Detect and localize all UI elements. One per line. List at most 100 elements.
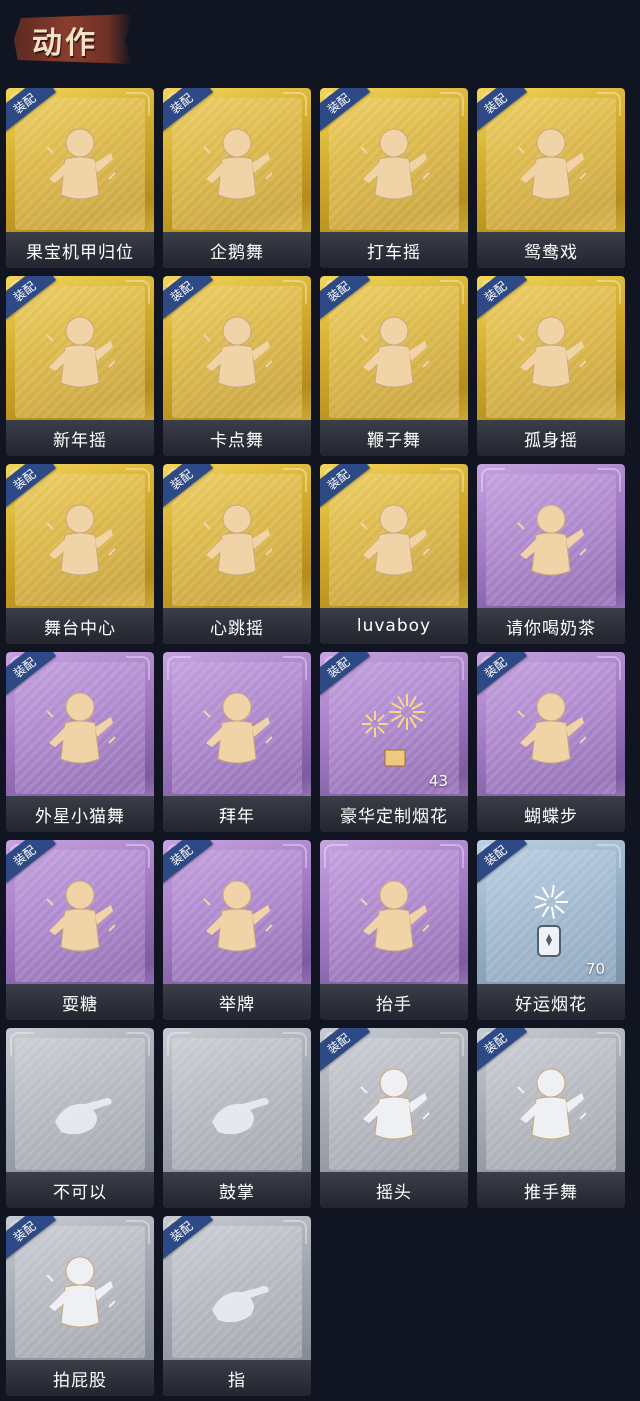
card-label-bar: 抬手 bbox=[320, 984, 468, 1020]
card-label-bar: 企鹅舞 bbox=[163, 232, 311, 268]
card-label-bar: 请你喝奶茶 bbox=[477, 608, 625, 644]
character-dance-icon bbox=[320, 488, 468, 598]
character-dance-icon bbox=[6, 488, 154, 598]
card-label-bar: 果宝机甲归位 bbox=[6, 232, 154, 268]
card-label: 耍糖 bbox=[62, 994, 98, 1015]
card-label-bar: 豪华定制烟花 bbox=[320, 796, 468, 832]
fireworks-icon bbox=[320, 676, 468, 786]
emote-card[interactable]: 装配 耍糖 bbox=[6, 840, 154, 1020]
emote-card[interactable]: 请你喝奶茶 bbox=[477, 464, 625, 644]
card-label: 心跳摇 bbox=[210, 618, 264, 639]
firework-can-icon bbox=[477, 864, 625, 974]
card-label-bar: 推手舞 bbox=[477, 1172, 625, 1208]
card-label-bar: 打车摇 bbox=[320, 232, 468, 268]
pointing-hand-icon bbox=[163, 1240, 311, 1350]
character-shake-icon bbox=[320, 1052, 468, 1162]
card-label-bar: 蝴蝶步 bbox=[477, 796, 625, 832]
card-label: 孤身摇 bbox=[524, 430, 578, 451]
card-label: 指 bbox=[228, 1370, 246, 1391]
card-label-bar: 举牌 bbox=[163, 984, 311, 1020]
card-label: 好运烟花 bbox=[515, 994, 587, 1015]
emote-card[interactable]: 装配 卡点舞 bbox=[163, 276, 311, 456]
card-label: 卡点舞 bbox=[210, 430, 264, 451]
card-label: 拍屁股 bbox=[53, 1370, 107, 1391]
card-label: 打车摇 bbox=[367, 242, 421, 263]
character-dance-icon bbox=[163, 300, 311, 410]
card-label: 企鹅舞 bbox=[210, 242, 264, 263]
emote-card[interactable]: 装配 果宝机甲归位 bbox=[6, 88, 154, 268]
card-label-bar: 新年摇 bbox=[6, 420, 154, 456]
emote-card[interactable]: 装配 心跳摇 bbox=[163, 464, 311, 644]
emote-card[interactable]: 装配 蝴蝶步 bbox=[477, 652, 625, 832]
emote-card[interactable]: 70 装配 好运烟花 bbox=[477, 840, 625, 1020]
character-dance-icon bbox=[477, 300, 625, 410]
card-label: 举牌 bbox=[219, 994, 255, 1015]
card-label-bar: 指 bbox=[163, 1360, 311, 1396]
card-label: 外星小猫舞 bbox=[35, 806, 125, 827]
character-dance-icon bbox=[6, 676, 154, 786]
card-label: luvaboy bbox=[356, 616, 432, 636]
character-wave-icon bbox=[6, 864, 154, 974]
emote-card[interactable]: 装配 舞台中心 bbox=[6, 464, 154, 644]
character-dance-icon bbox=[163, 112, 311, 222]
card-label-bar: 拍屁股 bbox=[6, 1360, 154, 1396]
card-label-bar: 耍糖 bbox=[6, 984, 154, 1020]
emote-card[interactable]: 装配 新年摇 bbox=[6, 276, 154, 456]
emote-card[interactable]: 装配 孤身摇 bbox=[477, 276, 625, 456]
card-label-bar: 外星小猫舞 bbox=[6, 796, 154, 832]
card-label: 请你喝奶茶 bbox=[506, 618, 596, 639]
emote-card[interactable]: 装配 外星小猫舞 bbox=[6, 652, 154, 832]
finger-wag-icon bbox=[6, 1052, 154, 1162]
card-label-bar: 舞台中心 bbox=[6, 608, 154, 644]
emote-card[interactable]: 装配 企鹅舞 bbox=[163, 88, 311, 268]
emote-card[interactable]: 装配 luvaboy bbox=[320, 464, 468, 644]
emote-card[interactable]: 装配 拍屁股 bbox=[6, 1216, 154, 1396]
emote-card[interactable]: 装配 摇头 bbox=[320, 1028, 468, 1208]
card-label-bar: 鼓掌 bbox=[163, 1172, 311, 1208]
card-label-bar: 卡点舞 bbox=[163, 420, 311, 456]
card-label: 鼓掌 bbox=[219, 1182, 255, 1203]
card-label: 不可以 bbox=[53, 1182, 107, 1203]
card-label-bar: 鞭子舞 bbox=[320, 420, 468, 456]
card-label: 鸳鸯戏 bbox=[524, 242, 578, 263]
character-dance-icon bbox=[163, 488, 311, 598]
emote-card[interactable]: 43 装配 豪华定制烟花 bbox=[320, 652, 468, 832]
card-label: 拜年 bbox=[219, 806, 255, 827]
character-push-icon bbox=[477, 1052, 625, 1162]
character-bend-icon bbox=[6, 1240, 154, 1350]
card-label-bar: 孤身摇 bbox=[477, 420, 625, 456]
emote-card[interactable]: 拜年 bbox=[163, 652, 311, 832]
emote-card[interactable]: 装配 打车摇 bbox=[320, 88, 468, 268]
card-label-bar: 摇头 bbox=[320, 1172, 468, 1208]
page-title: 动作 bbox=[32, 26, 98, 61]
character-sign-icon bbox=[163, 864, 311, 974]
card-label: 推手舞 bbox=[524, 1182, 578, 1203]
emote-card[interactable]: 不可以 bbox=[6, 1028, 154, 1208]
clap-icon bbox=[163, 1052, 311, 1162]
emote-card[interactable]: 装配指 bbox=[163, 1216, 311, 1396]
emote-card[interactable]: 抬手 bbox=[320, 840, 468, 1020]
emote-card[interactable]: 装配 举牌 bbox=[163, 840, 311, 1020]
character-dance-icon bbox=[477, 112, 625, 222]
emote-card[interactable]: 装配 鞭子舞 bbox=[320, 276, 468, 456]
character-sign-icon bbox=[477, 488, 625, 598]
character-dance-icon bbox=[6, 112, 154, 222]
emote-card[interactable]: 鼓掌 bbox=[163, 1028, 311, 1208]
character-dance-icon bbox=[6, 300, 154, 410]
emote-card[interactable]: 装配 推手舞 bbox=[477, 1028, 625, 1208]
card-label: 抬手 bbox=[376, 994, 412, 1015]
card-label-bar: 好运烟花 bbox=[477, 984, 625, 1020]
card-label: 果宝机甲归位 bbox=[26, 242, 134, 263]
character-dance-icon bbox=[320, 112, 468, 222]
card-label: 摇头 bbox=[376, 1182, 412, 1203]
card-label: 新年摇 bbox=[53, 430, 107, 451]
card-label: 鞭子舞 bbox=[367, 430, 421, 451]
section-header: 动作 bbox=[0, 0, 640, 76]
card-label: 舞台中心 bbox=[44, 618, 116, 639]
character-dance-icon bbox=[320, 300, 468, 410]
emote-card[interactable]: 装配 鸳鸯戏 bbox=[477, 88, 625, 268]
card-label-bar: luvaboy bbox=[320, 608, 468, 644]
item-count: 70 bbox=[585, 960, 605, 978]
card-label-bar: 不可以 bbox=[6, 1172, 154, 1208]
card-label-bar: 拜年 bbox=[163, 796, 311, 832]
